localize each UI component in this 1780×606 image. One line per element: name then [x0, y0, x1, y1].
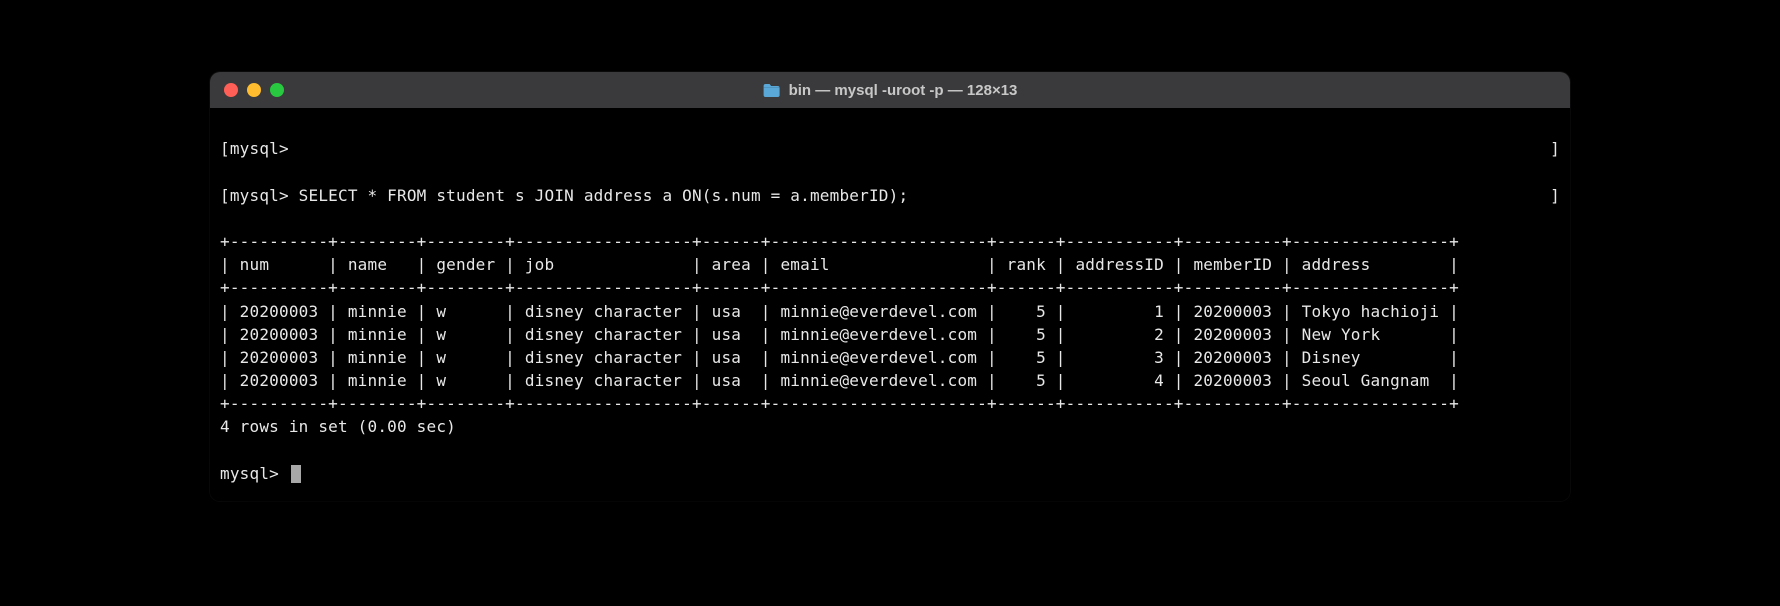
- close-icon[interactable]: [224, 83, 238, 97]
- cursor: [291, 465, 301, 483]
- terminal-window: bin — mysql -uroot -p — 128×13 [mysql>] …: [210, 72, 1570, 501]
- table-row: | 20200003 | minnie | w | disney charact…: [220, 371, 1459, 390]
- table-header: | num | name | gender | job | area | ema…: [220, 255, 1459, 274]
- summary-line: 4 rows in set (0.00 sec): [220, 417, 456, 436]
- terminal-body[interactable]: [mysql>] [mysql> SELECT * FROM student s…: [210, 108, 1570, 501]
- prompt-line: [mysql>: [220, 137, 289, 160]
- query-line: [mysql> SELECT * FROM student s JOIN add…: [220, 184, 908, 207]
- table-row: | 20200003 | minnie | w | disney charact…: [220, 302, 1459, 321]
- prompt: mysql>: [220, 464, 289, 483]
- table-border: +----------+--------+--------+----------…: [220, 278, 1459, 297]
- table-border: +----------+--------+--------+----------…: [220, 232, 1459, 251]
- bracket-close: ]: [1550, 137, 1560, 160]
- folder-icon: [763, 83, 781, 98]
- window-title: bin — mysql -uroot -p — 128×13: [763, 82, 1018, 99]
- minimize-icon[interactable]: [247, 83, 261, 97]
- table-border: +----------+--------+--------+----------…: [220, 394, 1459, 413]
- titlebar[interactable]: bin — mysql -uroot -p — 128×13: [210, 72, 1570, 108]
- window-title-text: bin — mysql -uroot -p — 128×13: [789, 82, 1018, 99]
- maximize-icon[interactable]: [270, 83, 284, 97]
- bracket-close: ]: [1550, 184, 1560, 207]
- table-row: | 20200003 | minnie | w | disney charact…: [220, 325, 1459, 344]
- table-row: | 20200003 | minnie | w | disney charact…: [220, 348, 1459, 367]
- traffic-lights: [224, 83, 284, 97]
